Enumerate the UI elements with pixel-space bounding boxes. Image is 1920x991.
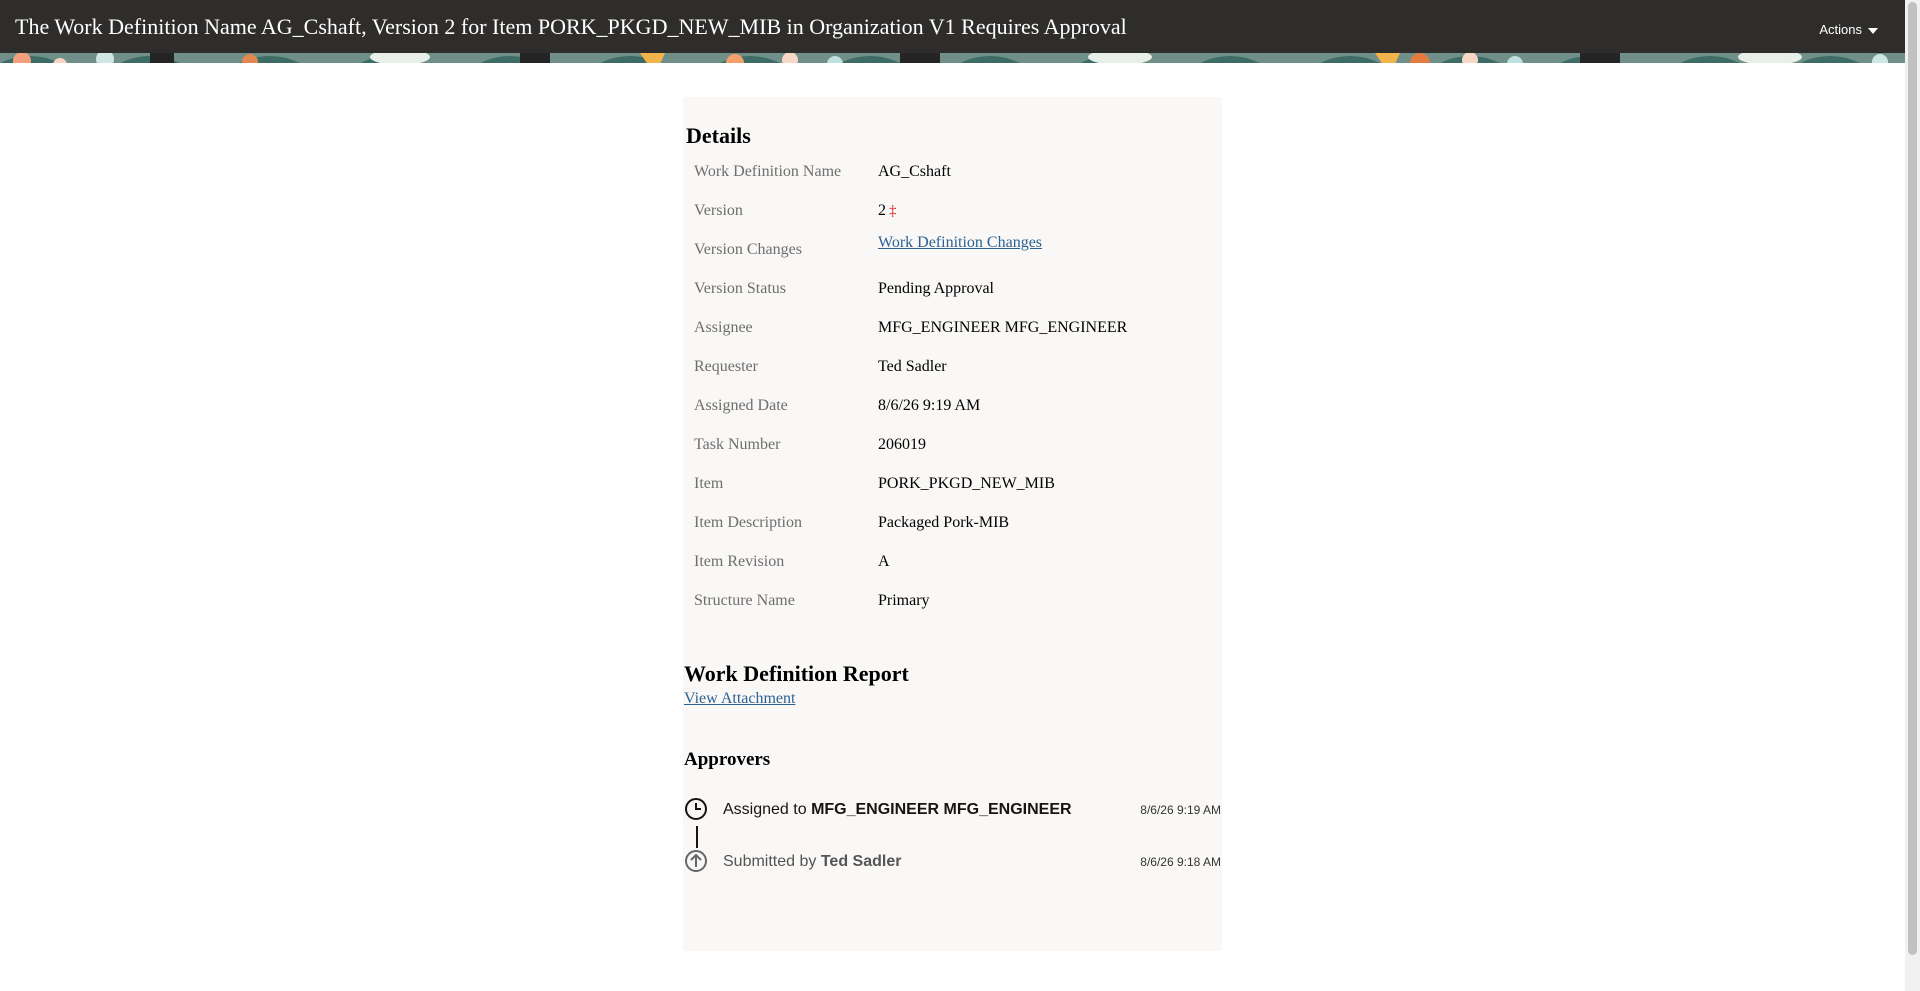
detail-label: Item (694, 475, 724, 492)
notification-card: Details Work Definition Name AG_Cshaft V… (683, 97, 1222, 951)
arrow-up-circle-icon (685, 850, 707, 872)
approver-name: MFG_ENGINEER MFG_ENGINEER (811, 801, 1072, 818)
detail-label: Assigned Date (694, 397, 788, 414)
detail-value: MFG_ENGINEER MFG_ENGINEER (878, 319, 1128, 336)
scrollbar-thumb[interactable] (1908, 2, 1917, 955)
detail-row-work-definition-name: Work Definition Name AG_Cshaft (683, 163, 1222, 202)
timeline-connector (696, 826, 698, 848)
header-decorative-pattern (0, 53, 1905, 63)
approvers-heading: Approvers (684, 749, 771, 770)
detail-row-version-status: Version Status Pending Approval (683, 280, 1222, 319)
details-heading: Details (686, 123, 751, 148)
detail-label: Version Changes (694, 241, 802, 258)
approver-text: Submitted by Ted Sadler (723, 853, 901, 871)
approver-text: Assigned to MFG_ENGINEER MFG_ENGINEER (723, 801, 1072, 819)
approver-entry-submitted: Submitted by Ted Sadler 8/6/26 9:18 AM (683, 849, 1222, 875)
detail-row-assignee: Assignee MFG_ENGINEER MFG_ENGINEER (683, 319, 1222, 358)
work-definition-report-heading: Work Definition Report (684, 661, 909, 686)
approver-name: Ted Sadler (820, 853, 902, 870)
detail-value: Packaged Pork-MIB (878, 514, 1010, 531)
version-marker: ‡ (889, 203, 897, 219)
vertical-scrollbar[interactable] (1905, 0, 1920, 991)
detail-value: Primary (878, 592, 930, 609)
detail-label: Work Definition Name (694, 163, 842, 180)
detail-row-structure-name: Structure Name Primary (683, 592, 1222, 631)
detail-value: A (878, 553, 890, 570)
detail-value: 2 ‡ (878, 202, 897, 220)
page-header: The Work Definition Name AG_Cshaft, Vers… (0, 0, 1905, 63)
detail-value: Ted Sadler (878, 358, 947, 375)
detail-label: Task Number (694, 436, 781, 453)
detail-label: Requester (694, 358, 758, 375)
detail-row-version-changes: Version Changes Work Definition Changes (683, 234, 1222, 280)
detail-value: 8/6/26 9:19 AM (878, 397, 981, 414)
detail-value: Pending Approval (878, 280, 994, 297)
approver-action: Submitted by (723, 853, 817, 870)
detail-label: Item Revision (694, 553, 785, 570)
approver-timestamp: 8/6/26 9:19 AM (1140, 803, 1221, 817)
clock-icon (685, 798, 707, 820)
detail-label: Structure Name (694, 592, 795, 609)
chevron-down-icon (1868, 27, 1878, 34)
detail-row-item-revision: Item Revision A (683, 553, 1222, 592)
actions-label: Actions (1819, 22, 1862, 37)
work-definition-changes-link[interactable]: Work Definition Changes (878, 234, 1042, 252)
detail-value: AG_Cshaft (878, 163, 951, 180)
detail-label: Item Description (694, 514, 802, 531)
detail-row-item: Item PORK_PKGD_NEW_MIB (683, 475, 1222, 514)
detail-row-requester: Requester Ted Sadler (683, 358, 1222, 397)
approver-entry-assigned: Assigned to MFG_ENGINEER MFG_ENGINEER 8/… (683, 797, 1222, 823)
detail-label: Version Status (694, 280, 786, 297)
detail-value: 206019 (878, 436, 926, 453)
detail-row-task-number: Task Number 206019 (683, 436, 1222, 475)
detail-label: Version (694, 202, 743, 219)
approver-timestamp: 8/6/26 9:18 AM (1140, 855, 1221, 869)
actions-menu-button[interactable]: Actions (1819, 22, 1878, 37)
detail-label: Assignee (694, 319, 753, 336)
detail-row-assigned-date: Assigned Date 8/6/26 9:19 AM (683, 397, 1222, 436)
version-number: 2 (878, 202, 886, 219)
view-attachment-link[interactable]: View Attachment (684, 690, 795, 708)
page-title: The Work Definition Name AG_Cshaft, Vers… (15, 14, 1127, 39)
detail-row-item-description: Item Description Packaged Pork-MIB (683, 514, 1222, 553)
approver-action: Assigned to (723, 801, 807, 818)
detail-value: PORK_PKGD_NEW_MIB (878, 475, 1055, 492)
